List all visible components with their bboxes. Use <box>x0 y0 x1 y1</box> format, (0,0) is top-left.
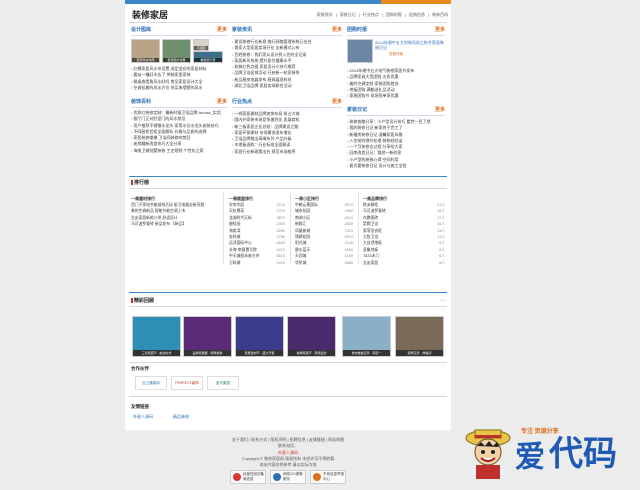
ranking-column-brands: 一周品牌排行 欧派橱柜 21人 马可波罗瓷砖 19人 东鹏瓷砖 17人 箭牌卫浴 15人… <box>363 196 445 267</box>
group-buy-feature[interactable]: 2014年湘中五大时装风尚之秋冬家居装修日记 <box>375 40 445 51</box>
section-title: 装饰百科 <box>131 99 152 105</box>
divider <box>129 292 447 293</box>
decor-encyclopedia-section: 装饰百科更多 优质红装修定制：最新时候卫浴品牌 Aurora_实用 客厅门正对卧… <box>131 99 227 154</box>
footer-note: 本站内容仅供参考 请以实际为准 <box>259 462 317 468</box>
list-item[interactable]: 复式楼装修日记 设计与施工全程 <box>347 163 445 169</box>
more-link[interactable]: 更多 <box>332 99 342 106</box>
ranking-column-properties: 一周楼盘排行 学府华庭 3716 天虹景苑 1374 龙湖时代天街 3670 碧桂园 2… <box>229 196 285 267</box>
rank-row[interactable]: 全友家居 5人 <box>363 261 445 267</box>
friend-link[interactable]: 精品装修 <box>173 414 189 419</box>
page-container: 装修家居 家装资讯 | 家装日记 | 行业热点 | 团购时报 | 促销信息 | 装饰百科 … <box>125 0 451 430</box>
promo-banner[interactable]: 城市楼盘实景 · 项目一 <box>342 316 391 357</box>
more-link[interactable]: 更多 <box>332 27 342 34</box>
nav-item[interactable]: 家装日记 <box>340 12 356 17</box>
nav-item[interactable]: 行业热点 <box>363 12 379 17</box>
divider <box>129 188 447 189</box>
watermark-logo: 爱 代码 专注 资源分享 <box>463 418 635 488</box>
home-news-section: 家装资讯更多 建设装修行业新规 推行网络管理系统已出台 首家大型家居卖场开业 全… <box>232 27 342 89</box>
feature-detail-link[interactable]: 查看详情 <box>389 52 403 57</box>
friend-link[interactable]: 外星人源码 <box>133 414 153 419</box>
promo-banner[interactable]: 别墅实景 · 样板间 <box>395 316 444 357</box>
divider <box>129 306 447 307</box>
section-title: 设计图库 <box>131 27 152 33</box>
gallery-thumb[interactable]: 精装修示意 <box>193 51 223 63</box>
rank-head: 一周楼盘排行 <box>229 196 253 201</box>
mascot-icon <box>465 429 511 479</box>
carousel-arrows[interactable]: ‹ › <box>440 298 445 305</box>
ranking-column-communities: 一周小区排行 中粮云景国际 2670 城市花园 1962 南湖小区 4010 新都汇 2… <box>295 196 353 267</box>
more-link[interactable]: 更多 <box>217 27 227 34</box>
partner-logo[interactable]: 蓝鸟集团 <box>207 376 239 390</box>
rank-row[interactable]: 马可波罗瓷砖 新品发布 【新品】 <box>131 222 215 228</box>
rank-row[interactable]: 万科城 1910 <box>229 261 285 267</box>
ranking-title: 排行榜 <box>131 180 149 187</box>
nav-item[interactable]: 家装资讯 <box>317 12 333 17</box>
section-title: 行业热点 <box>232 99 253 105</box>
watermark-text-ai: 爱 <box>515 440 545 475</box>
partner-logo[interactable]: PERFECT装饰 <box>171 376 203 390</box>
badge-report[interactable]: 不良信息举报中心 <box>310 470 346 484</box>
ranking-column-materials: 一周建材排行 西门子家电节能减排活动 厨卫电器全新亮相 美的空调新品 智能节能空… <box>131 196 215 229</box>
section-title: 家装资讯 <box>232 27 253 33</box>
group-buy-image[interactable] <box>347 39 373 63</box>
group-buy-section: 团购时报更多 2014年湘中五大时装风尚之秋冬家居装修日记 查看详情 2014年… <box>347 27 445 99</box>
section-title: 家装日记 <box>347 107 368 113</box>
partner-logo[interactable]: 业之峰装饰 <box>135 376 167 390</box>
design-gallery-section: 设计图库更多 装饰风水布局 装修图片效果 平面图 精装修示意 红棉家居风水市设置… <box>131 27 227 91</box>
gallery-thumb[interactable]: 平面图 <box>193 39 209 51</box>
divider <box>129 362 447 363</box>
promo-banner[interactable]: 家居建材节 · 盛大开幕 <box>235 316 284 357</box>
badge-police[interactable]: 网络110报警服务 <box>270 470 306 484</box>
list-item[interactable]: 空调挂着的风水方位 你买来墙壁的风水 <box>131 85 227 91</box>
footer: 关于我们 | 联系方式 | 版权声明 | 招聘信息 | 友情链接 | 网站地图 … <box>125 437 451 468</box>
links-title: 友情链接 <box>131 404 149 409</box>
top-accent-bar <box>125 0 451 4</box>
more-link[interactable]: 更多 <box>217 99 227 106</box>
site-logo[interactable]: 装修家居 <box>132 9 168 21</box>
list-item[interactable]: 家居行业新政策出台 规范市场秩序 <box>232 149 342 155</box>
partners-title: 合作伙伴 <box>131 366 149 371</box>
rank-head: 一周品牌排行 <box>363 196 387 201</box>
promo-banner[interactable]: 春季家装节 · 现场签约 <box>287 316 336 357</box>
top-nav: 家装资讯 | 家装日记 | 行业热点 | 团购时报 | 促销信息 | 装饰百科 <box>316 12 448 17</box>
divider <box>129 396 447 397</box>
section-title: 团购时报 <box>347 27 368 33</box>
nav-item[interactable]: 团购时报 <box>386 12 402 17</box>
promo-banner[interactable]: 品牌家居展 · 特惠抢购 <box>183 316 232 357</box>
promo-banner[interactable]: 三月家装节 · 启动仪式 <box>132 316 181 357</box>
review-title: 精彩回顾 <box>131 298 154 305</box>
watermark-text-code: 代码 <box>549 434 617 474</box>
watermark-slogan: 专注 资源分享 <box>521 429 559 435</box>
badge-icp[interactable]: 经营性网站备案信息 <box>230 470 266 484</box>
rank-row[interactable]: 华侨城 3560 <box>295 261 353 267</box>
list-item[interactable]: 家装团购节 现场签单享优惠 <box>347 93 445 99</box>
list-item[interactable]: 湖北卫浴品牌 家居卖场联合活动 <box>232 83 342 89</box>
nav-item[interactable]: 促销信息 <box>409 12 425 17</box>
gallery-thumb[interactable]: 装饰风水布局 <box>131 39 160 63</box>
list-item[interactable]: 用户推荐不锈钢水龙头 家用水位水龙头安装技巧 <box>131 123 227 129</box>
divider <box>129 22 447 23</box>
nav-item[interactable]: 装饰百科 <box>432 12 448 17</box>
home-diary-section: 家装日记更多 装修攻略分享：小户型设计技巧 看完一目了然 我的装修日记 新家终于… <box>347 107 445 169</box>
more-link[interactable]: 更多 <box>435 107 445 114</box>
industry-hot-section: 行业热点更多 一线家居建材品牌加快布局 抢占大城 国内外家装市场竞争激烈化 发展… <box>232 99 342 155</box>
rank-head: 一周建材排行 <box>131 196 155 201</box>
divider <box>129 176 447 177</box>
list-item[interactable]: 海南卫城别墅装修 工艺规划 个性化之家 <box>131 148 227 154</box>
gallery-thumb[interactable]: 装修图片效果 <box>162 39 191 63</box>
rank-head: 一周小区排行 <box>295 196 319 201</box>
more-link[interactable]: 更多 <box>435 27 445 34</box>
